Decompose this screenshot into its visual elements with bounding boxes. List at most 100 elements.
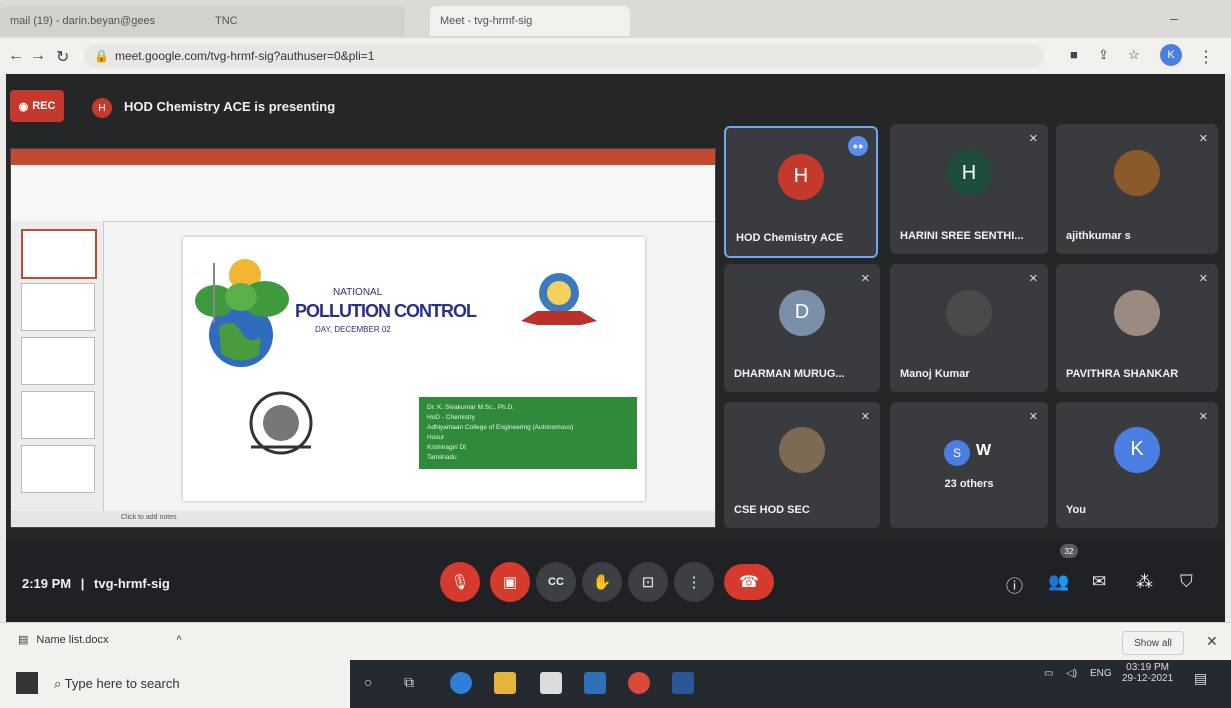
reload-icon[interactable]: ↻ (56, 47, 69, 67)
mic-off-icon: 🎙 (450, 574, 470, 591)
meet-window: ◉ REC H HOD Chemistry ACE is presenting N… (6, 74, 1225, 622)
slide-thumbnail (21, 337, 95, 385)
participant-avatar: H (778, 153, 824, 200)
chevron-up-icon[interactable]: ^ (177, 634, 182, 646)
participant-tile[interactable]: ✕ H HARINI SREE SENTHI... (890, 124, 1048, 254)
tab-label: Meet - tvg-hrmf-sig (440, 15, 533, 27)
presenting-status: HOD Chemistry ACE is presenting (124, 99, 336, 114)
mic-off-icon: ✕ (1198, 411, 1208, 423)
participant-tile[interactable]: ✕ ajithkumar s (1056, 124, 1218, 254)
mic-off-icon: ✕ (1028, 133, 1038, 145)
cortana-icon[interactable]: ○ (364, 674, 372, 690)
share-icon[interactable]: ⇪ (1098, 47, 1109, 63)
ppt-ribbon (11, 165, 715, 222)
shared-screen[interactable]: NATIONAL POLLUTION CONTROL DAY, DECEMBER… (10, 148, 716, 528)
edge-icon[interactable] (450, 672, 472, 694)
camera-icon[interactable]: ■ (1070, 47, 1078, 62)
participant-avatar (779, 426, 825, 473)
show-all-button[interactable]: Show all (1122, 631, 1184, 655)
downloads-bar: ▤ Name list.docx ^ Show all ✕ (0, 622, 1231, 661)
participant-avatar: W (976, 442, 992, 459)
download-item[interactable]: ▤ Name list.docx ^ (18, 633, 182, 647)
detail-line: Dr. K. Sivakumar M.Sc., Ph.D. (427, 404, 515, 411)
presenter-details-box: Dr. K. Sivakumar M.Sc., Ph.D. HoD - Chem… (419, 397, 637, 469)
participant-tile-self[interactable]: ✕ K You (1056, 402, 1218, 528)
participant-tile[interactable]: ✕ Manoj Kumar (890, 264, 1048, 392)
url-field[interactable]: 🔒 meet.google.com/tvg-hrmf-sig?authuser=… (84, 44, 1044, 68)
participant-name: PAVITHRA SHANKAR (1066, 368, 1179, 380)
tab-tnc[interactable]: TNC (205, 6, 405, 36)
participant-tile[interactable]: ✕ PAVITHRA SHANKAR (1056, 264, 1218, 392)
leave-call-button[interactable]: ☎ (724, 564, 774, 600)
host-controls-icon[interactable]: ⛉ (1180, 572, 1193, 592)
slide-day: DAY, DECEMBER 02 (315, 325, 391, 334)
address-bar-row: ← → ↻ 🔒 meet.google.com/tvg-hrmf-sig?aut… (0, 38, 1231, 74)
clock[interactable]: 03:19 PM 29-12-2021 (1122, 662, 1173, 684)
participant-name: HOD Chemistry ACE (736, 232, 844, 244)
current-slide: NATIONAL POLLUTION CONTROL DAY, DECEMBER… (183, 237, 645, 501)
mail-icon[interactable] (584, 672, 606, 694)
camera-toggle-button[interactable]: ▣ (490, 562, 530, 602)
people-count-badge: 32 (1060, 544, 1078, 558)
participant-name: ajithkumar s (1066, 230, 1131, 242)
participant-avatar (1114, 150, 1160, 197)
url-text: meet.google.com/tvg-hrmf-sig?authuser=0&… (114, 49, 375, 63)
detail-line: Adhiyamaan College of Engineering (Auton… (427, 424, 574, 431)
participant-name: HARINI SREE SENTHI... (900, 230, 1024, 242)
language-indicator[interactable]: ENG (1090, 668, 1112, 679)
chrome-icon[interactable] (628, 672, 650, 694)
clock-date: 29-12-2021 (1122, 673, 1174, 684)
star-icon[interactable]: ☆ (1128, 47, 1140, 63)
participant-avatar: S (944, 440, 970, 466)
ppt-title-bar (11, 149, 715, 165)
info-icon[interactable]: ⓘ (1006, 572, 1023, 597)
chat-icon[interactable]: ✉ (1092, 572, 1106, 592)
store-icon[interactable] (540, 672, 562, 694)
ppt-status-bar: Click to add notes (11, 511, 715, 527)
participant-tile[interactable]: ✕ D DHARMAN MURUG... (724, 264, 880, 392)
captions-button[interactable]: CC (536, 562, 576, 602)
slide-pollution-control: POLLUTION CONTROL (295, 301, 477, 321)
participant-tile[interactable]: ●● H HOD Chemistry ACE (724, 126, 878, 258)
file-explorer-icon[interactable] (494, 672, 516, 694)
back-icon[interactable]: ← (8, 47, 24, 65)
search-box[interactable]: ⌕ Type here to search (0, 660, 350, 708)
search-icon: ⌕ (54, 676, 65, 691)
activities-icon[interactable]: ⁂ (1136, 572, 1153, 592)
forward-icon[interactable]: → (30, 47, 46, 65)
lock-icon: 🔒 (94, 49, 109, 63)
notifications-icon[interactable]: ▤ (1194, 670, 1207, 687)
close-icon[interactable]: ✕ (1206, 633, 1218, 650)
separator: | (80, 576, 85, 591)
people-icon[interactable]: 👥 (1048, 572, 1069, 592)
meeting-code: tvg-hrmf-sig (94, 576, 170, 591)
ppt-slide-thumbnails (11, 221, 104, 511)
speaking-indicator-icon: ●● (848, 136, 868, 156)
tab-mail[interactable]: mail (19) - darin.beyan@gees (0, 6, 220, 36)
profile-avatar[interactable]: K (1160, 44, 1182, 66)
mic-off-icon: ✕ (860, 273, 870, 285)
mic-off-icon: ✕ (1198, 273, 1208, 285)
participant-tile-others[interactable]: ✕ S W 23 others (890, 402, 1048, 528)
word-icon[interactable] (672, 672, 694, 694)
participant-tile[interactable]: ✕ CSE HOD SEC (724, 402, 880, 528)
more-options-button[interactable]: ⋮ (674, 562, 714, 602)
mic-toggle-button[interactable]: 🎙 (440, 562, 480, 602)
present-button[interactable]: ⊡ (628, 562, 668, 602)
minimize-icon[interactable]: – (1170, 10, 1178, 26)
participant-avatar (946, 289, 992, 336)
tab-meet[interactable]: Meet - tvg-hrmf-sig (430, 6, 630, 36)
windows-start-icon[interactable] (16, 672, 38, 694)
raise-hand-button[interactable]: ✋ (582, 562, 622, 602)
mic-off-icon: ✕ (860, 411, 870, 423)
menu-icon[interactable]: ⋮ (1198, 47, 1214, 67)
task-view-icon[interactable]: ⧉ (404, 674, 414, 691)
detail-line: Krishnagiri Dt (427, 444, 467, 451)
seal-emblem-logo (249, 391, 313, 455)
recording-badge: ◉ REC (10, 90, 64, 122)
meeting-controls-bar: 2:19 PM | tvg-hrmf-sig 🎙 ▣ CC ✋ ⊡ ⋮ ☎ ⓘ … (6, 542, 1225, 622)
network-icon[interactable]: ▭ (1044, 668, 1053, 679)
participant-name: CSE HOD SEC (734, 504, 810, 516)
volume-icon[interactable]: ◁) (1066, 668, 1077, 679)
notes-placeholder[interactable]: Click to add notes (121, 514, 177, 521)
